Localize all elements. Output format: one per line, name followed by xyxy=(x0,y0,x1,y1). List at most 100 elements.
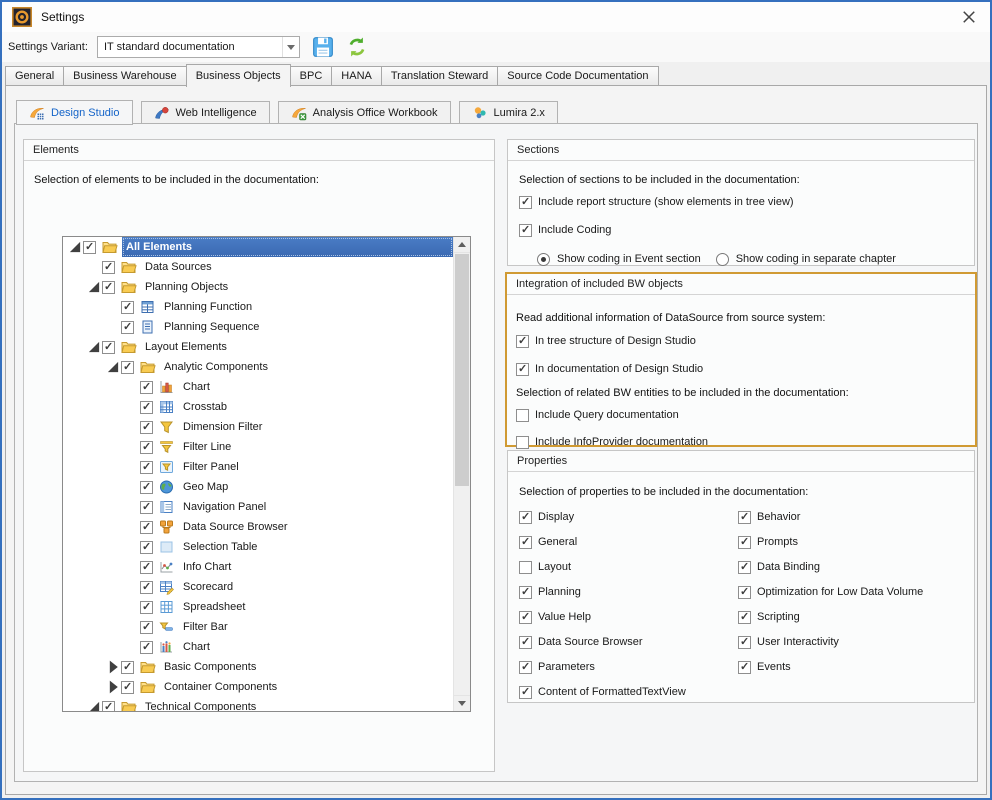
tree-item-layout-elements[interactable]: Layout Elements xyxy=(63,337,453,357)
tree-item-filter-panel[interactable]: Filter Panel xyxy=(63,457,453,477)
tree-item-planning-objects[interactable]: Planning Objects xyxy=(63,277,453,297)
user-interactivity-checkbox[interactable] xyxy=(738,636,751,649)
expand-arrow-icon[interactable] xyxy=(105,359,121,375)
close-icon[interactable] xyxy=(962,10,976,24)
show-coding-in-event-section-radio[interactable] xyxy=(537,253,550,266)
scrollbar-thumb[interactable] xyxy=(455,254,469,486)
tab-hana[interactable]: HANA xyxy=(331,66,382,86)
geo-map-checkbox[interactable] xyxy=(140,481,153,494)
planning-sequence-checkbox[interactable] xyxy=(121,321,134,334)
tree-item-container-components[interactable]: Container Components xyxy=(63,677,453,697)
filter-panel-checkbox[interactable] xyxy=(140,461,153,474)
data-sources-checkbox[interactable] xyxy=(102,261,115,274)
include-query-documentation-checkbox[interactable] xyxy=(516,409,529,422)
tree-item-technical-components[interactable]: Technical Components xyxy=(63,697,453,711)
scorecard-checkbox[interactable] xyxy=(140,581,153,594)
scroll-down-icon[interactable] xyxy=(454,695,470,711)
tree-item-analytic-components[interactable]: Analytic Components xyxy=(63,357,453,377)
expand-arrow-icon[interactable] xyxy=(86,279,102,295)
tree-item-all-elements[interactable]: All Elements xyxy=(63,237,453,257)
planning-checkbox[interactable] xyxy=(519,586,532,599)
scripting-checkbox[interactable] xyxy=(738,611,751,624)
expand-arrow-icon[interactable] xyxy=(105,659,121,675)
tab-business-warehouse[interactable]: Business Warehouse xyxy=(63,66,187,86)
chevron-down-icon[interactable] xyxy=(282,37,299,57)
content-of-formattedtextview-checkbox[interactable] xyxy=(519,686,532,699)
in-documentation-of-design-studio-checkbox[interactable] xyxy=(516,363,529,376)
tree-item-crosstab[interactable]: Crosstab xyxy=(63,397,453,417)
subtab-analysis-office-workbook[interactable]: Analysis Office Workbook xyxy=(278,101,451,124)
in-tree-structure-of-design-studio-checkbox[interactable] xyxy=(516,335,529,348)
layout-checkbox[interactable] xyxy=(519,561,532,574)
tree-item-navigation-panel[interactable]: Navigation Panel xyxy=(63,497,453,517)
tree-item-label: Data Sources xyxy=(141,257,453,277)
expand-arrow-icon[interactable] xyxy=(67,239,83,255)
parameters-checkbox[interactable] xyxy=(519,661,532,674)
tree-item-planning-sequence[interactable]: Planning Sequence xyxy=(63,317,453,337)
tree-item-scorecard[interactable]: Scorecard xyxy=(63,577,453,597)
events-checkbox[interactable] xyxy=(738,661,751,674)
expand-arrow-icon[interactable] xyxy=(86,699,102,711)
crosstab-checkbox[interactable] xyxy=(140,401,153,414)
tree-item-planning-function[interactable]: Planning Function xyxy=(63,297,453,317)
spreadsheet-checkbox[interactable] xyxy=(140,601,153,614)
tree-item-geo-map[interactable]: Geo Map xyxy=(63,477,453,497)
tab-business-objects[interactable]: Business Objects xyxy=(186,64,291,87)
save-button[interactable] xyxy=(312,36,334,58)
tree-item-dimension-filter[interactable]: Dimension Filter xyxy=(63,417,453,437)
show-coding-in-separate-chapter-radio[interactable] xyxy=(716,253,729,266)
tab-bpc[interactable]: BPC xyxy=(290,66,333,86)
include-report-structure-show-elements-in-tree-view-checkbox[interactable] xyxy=(519,196,532,209)
tree-item-selection-table[interactable]: Selection Table xyxy=(63,537,453,557)
layout-elements-checkbox[interactable] xyxy=(102,341,115,354)
all-elements-checkbox[interactable] xyxy=(83,241,96,254)
navigation-panel-checkbox[interactable] xyxy=(140,501,153,514)
filter-bar-checkbox[interactable] xyxy=(140,621,153,634)
tree-item-basic-components[interactable]: Basic Components xyxy=(63,657,453,677)
behavior-checkbox[interactable] xyxy=(738,511,751,524)
tab-translation-steward[interactable]: Translation Steward xyxy=(381,66,498,86)
tree-item-chart[interactable]: Chart xyxy=(63,377,453,397)
prompts-checkbox[interactable] xyxy=(738,536,751,549)
tree-item-chart[interactable]: Chart xyxy=(63,637,453,657)
tab-source-code-documentation[interactable]: Source Code Documentation xyxy=(497,66,658,86)
tree-item-label: Layout Elements xyxy=(141,337,453,357)
tree-item-filter-bar[interactable]: Filter Bar xyxy=(63,617,453,637)
tree-item-filter-line[interactable]: Filter Line xyxy=(63,437,453,457)
chart-checkbox[interactable] xyxy=(140,641,153,654)
tree-item-data-sources[interactable]: Data Sources xyxy=(63,257,453,277)
data-source-browser-checkbox[interactable] xyxy=(140,521,153,534)
tree-item-spreadsheet[interactable]: Spreadsheet xyxy=(63,597,453,617)
tree-item-data-source-browser[interactable]: Data Source Browser xyxy=(63,517,453,537)
include-coding-checkbox[interactable] xyxy=(519,224,532,237)
data-source-browser-checkbox[interactable] xyxy=(519,636,532,649)
basic-components-checkbox[interactable] xyxy=(121,661,134,674)
tree-item-info-chart[interactable]: Info Chart xyxy=(63,557,453,577)
display-checkbox[interactable] xyxy=(519,511,532,524)
settings-variant-dropdown[interactable]: IT standard documentation xyxy=(97,36,300,58)
expand-arrow-icon[interactable] xyxy=(105,679,121,695)
tree-scrollbar[interactable] xyxy=(453,237,470,711)
planning-function-checkbox[interactable] xyxy=(121,301,134,314)
tab-general[interactable]: General xyxy=(5,66,64,86)
info-chart-checkbox[interactable] xyxy=(140,561,153,574)
subtab-web-intelligence[interactable]: Web Intelligence xyxy=(141,101,270,124)
chart-checkbox[interactable] xyxy=(140,381,153,394)
selection-table-checkbox[interactable] xyxy=(140,541,153,554)
scroll-up-icon[interactable] xyxy=(454,237,470,253)
data-binding-checkbox[interactable] xyxy=(738,561,751,574)
value-help-checkbox[interactable] xyxy=(519,611,532,624)
dimension-filter-checkbox[interactable] xyxy=(140,421,153,434)
optimization-for-low-data-volume-checkbox[interactable] xyxy=(738,586,751,599)
general-checkbox[interactable] xyxy=(519,536,532,549)
expand-arrow-icon[interactable] xyxy=(86,339,102,355)
technical-components-checkbox[interactable] xyxy=(102,701,115,712)
refresh-button[interactable] xyxy=(346,36,368,58)
planning-objects-checkbox[interactable] xyxy=(102,281,115,294)
filter-line-checkbox[interactable] xyxy=(140,441,153,454)
subtab-lumira-2-x[interactable]: Lumira 2.x xyxy=(459,101,558,124)
analytic-components-checkbox[interactable] xyxy=(121,361,134,374)
subtab-design-studio[interactable]: Design Studio xyxy=(16,100,133,125)
container-components-checkbox[interactable] xyxy=(121,681,134,694)
include-infoprovider-documentation-checkbox[interactable] xyxy=(516,436,529,449)
